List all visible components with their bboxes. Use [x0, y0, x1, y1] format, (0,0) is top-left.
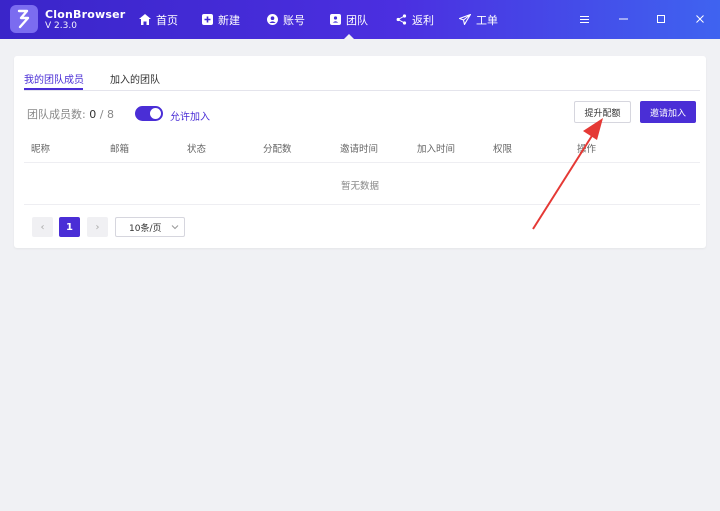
invite-button[interactable]: 邀请加入 [640, 101, 696, 123]
menu-icon[interactable] [577, 12, 591, 26]
nav-team-label: 团队 [346, 13, 368, 27]
nav-tickets[interactable]: 工单 [459, 0, 498, 39]
nav-home[interactable]: 首页 [139, 0, 178, 39]
share-icon [396, 14, 407, 25]
toggle-knob [150, 108, 161, 119]
maximize-icon[interactable] [654, 12, 668, 26]
column-header-nickname: 昵称 [31, 144, 51, 155]
tab-my-team-members[interactable]: 我的团队成员 [24, 71, 84, 86]
team-card: 我的团队成员 加入的团队 团队成员数: 0 / 8 允许加入 提升配额 邀请加入… [14, 56, 706, 248]
column-header-join-time: 加入时间 [417, 144, 456, 155]
page-size-select[interactable]: 10条/页 [115, 217, 185, 237]
team-badge-icon [330, 14, 341, 25]
pagination-prev-button[interactable]: ‹ [32, 217, 53, 237]
column-header-allocated: 分配数 [263, 144, 292, 155]
nav-accounts-label: 账号 [283, 13, 305, 27]
app-name: ClonBrowser [45, 8, 126, 21]
empty-state-text: 暂无数据 [340, 181, 379, 192]
nav-accounts[interactable]: 账号 [267, 0, 305, 39]
pagination-page-current[interactable]: 1 [59, 217, 80, 237]
members-separator: / [99, 108, 104, 121]
user-circle-icon [267, 14, 278, 25]
column-header-actions: 操作 [577, 144, 597, 155]
title-bar: ClonBrowser V 2.3.0 首页 新建 账号 团队 返利 工单 [0, 0, 720, 39]
page-size-value: 10条/页 [129, 223, 162, 234]
pagination-next-button[interactable]: › [87, 217, 108, 237]
app-logo [10, 5, 38, 33]
members-current: 0 [89, 108, 97, 121]
nav-new-label: 新建 [218, 13, 240, 27]
column-header-status: 状态 [187, 144, 207, 155]
send-icon [459, 14, 471, 25]
app-version: V 2.3.0 [45, 21, 77, 31]
active-tab-indicator [24, 88, 83, 90]
column-header-permissions: 权限 [493, 144, 513, 155]
nav-team[interactable]: 团队 [330, 0, 368, 39]
column-header-invite-time: 邀请时间 [340, 144, 379, 155]
table-bottom-divider [24, 204, 700, 205]
members-max: 8 [106, 108, 114, 121]
plus-square-icon [202, 14, 213, 25]
chevron-down-icon [171, 223, 179, 234]
allow-join-label: 允许加入 [170, 112, 210, 123]
tab-joined-teams[interactable]: 加入的团队 [110, 71, 160, 86]
home-icon [139, 14, 151, 25]
nav-home-label: 首页 [156, 13, 178, 27]
minimize-icon[interactable] [616, 12, 630, 26]
nav-rebate-label: 返利 [412, 13, 434, 27]
table-header-divider [24, 162, 700, 163]
upgrade-quota-button[interactable]: 提升配额 [574, 101, 631, 123]
members-count: 团队成员数: 0 / 8 [27, 106, 114, 122]
nav-tickets-label: 工单 [476, 13, 498, 27]
tabs-divider [24, 90, 700, 91]
nav-rebate[interactable]: 返利 [396, 0, 434, 39]
nav-new[interactable]: 新建 [202, 0, 240, 39]
allow-join-toggle[interactable] [135, 106, 163, 121]
close-icon[interactable] [693, 12, 707, 26]
members-count-label: 团队成员数: [27, 108, 86, 121]
column-header-email: 邮箱 [110, 144, 130, 155]
